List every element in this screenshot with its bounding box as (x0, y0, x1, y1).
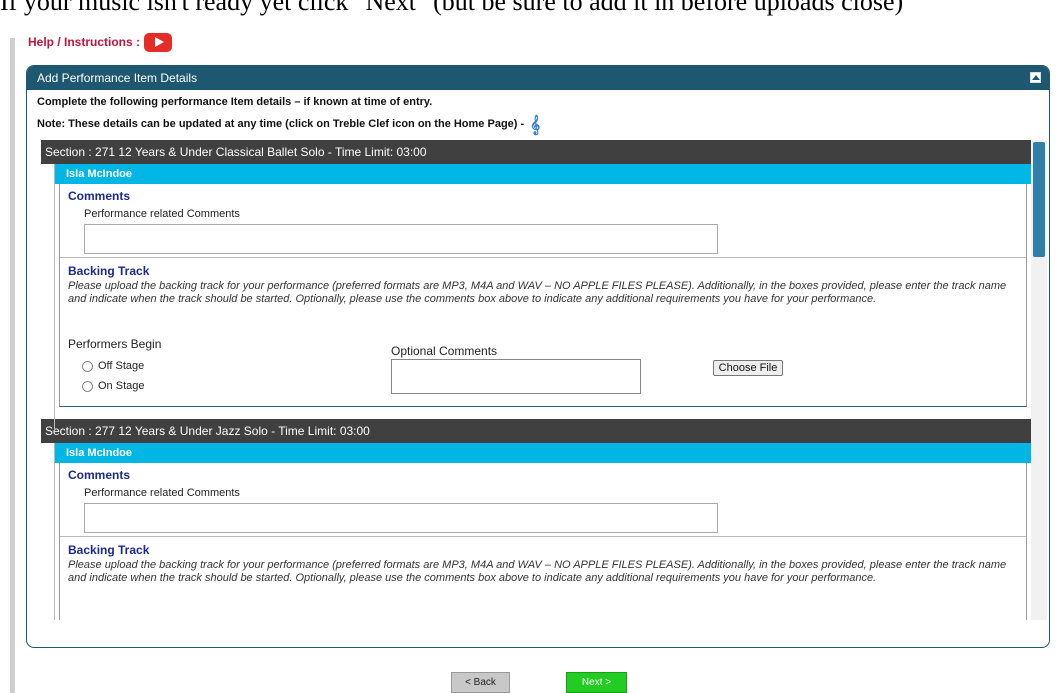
on-stage-radio[interactable] (82, 380, 93, 392)
comments-label: Performance related Comments (84, 487, 240, 499)
panel-title: Add Performance Item Details (37, 71, 198, 85)
backing-track-description: Please upload the backing track for your… (68, 280, 1007, 305)
sections-scroll-area[interactable]: Section : 271 12 Years & Under Classical… (41, 140, 1047, 620)
off-stage-option[interactable]: Off Stage (82, 360, 144, 372)
divider (60, 257, 1026, 258)
next-button[interactable]: Next > (566, 672, 627, 693)
youtube-play-icon[interactable] (144, 32, 173, 52)
backing-track-title: Backing Track (68, 264, 150, 278)
comments-title: Comments (68, 468, 131, 482)
section-header: Section : 271 12 Years & Under Classical… (41, 140, 1031, 164)
comments-label: Performance related Comments (84, 208, 240, 220)
note-label: Note: These details can be updated at an… (37, 118, 525, 130)
comments-input[interactable] (84, 224, 718, 254)
off-stage-radio[interactable] (82, 360, 93, 372)
choose-file-button[interactable]: Choose File (713, 360, 783, 376)
intro-text: Complete the following performance Item … (37, 96, 433, 108)
treble-clef-icon: 𝄞 (530, 115, 541, 134)
instruction-banner: If your music isn't ready yet click "Nex… (0, 0, 904, 16)
section-item: Section : 271 12 Years & Under Classical… (41, 140, 1033, 431)
performance-details-box: Comments Performance related Comments Ba… (59, 184, 1027, 407)
section-body: Isla McIndoe Comments Performance relate… (41, 443, 1033, 620)
back-button[interactable]: < Back (451, 672, 510, 693)
left-border (10, 38, 15, 693)
panel-header: Add Performance Item Details (27, 66, 1049, 90)
off-stage-label: Off Stage (98, 360, 145, 372)
scrollbar[interactable] (1031, 140, 1047, 620)
comments-title: Comments (68, 189, 131, 203)
optional-comments-input[interactable] (391, 359, 641, 394)
on-stage-option[interactable]: On Stage (82, 380, 144, 392)
on-stage-label: On Stage (98, 380, 145, 392)
backing-track-title: Backing Track (68, 543, 150, 557)
sections-list: Section : 271 12 Years & Under Classical… (41, 140, 1033, 620)
backing-track-description: Please upload the backing track for your… (68, 559, 1007, 584)
help-instructions: Help / Instructions : (28, 32, 173, 52)
comments-input[interactable] (84, 503, 718, 533)
section-body: Isla McIndoe Comments Performance relate… (41, 164, 1033, 431)
divider (60, 536, 1026, 537)
scrollbar-thumb[interactable] (1033, 142, 1045, 257)
note-text: Note: These details can be updated at an… (27, 115, 1049, 135)
optional-comments-label: Optional Comments (391, 344, 498, 358)
performance-details-panel: Add Performance Item Details Complete th… (26, 65, 1050, 648)
performance-details-box: Comments Performance related Comments Ba… (59, 463, 1027, 620)
performers-begin-label: Performers Begin (68, 337, 162, 351)
help-label: Help / Instructions : (28, 35, 141, 49)
section-item: Section : 277 12 Years & Under Jazz Solo… (41, 419, 1033, 620)
collapse-icon[interactable] (1030, 72, 1041, 83)
